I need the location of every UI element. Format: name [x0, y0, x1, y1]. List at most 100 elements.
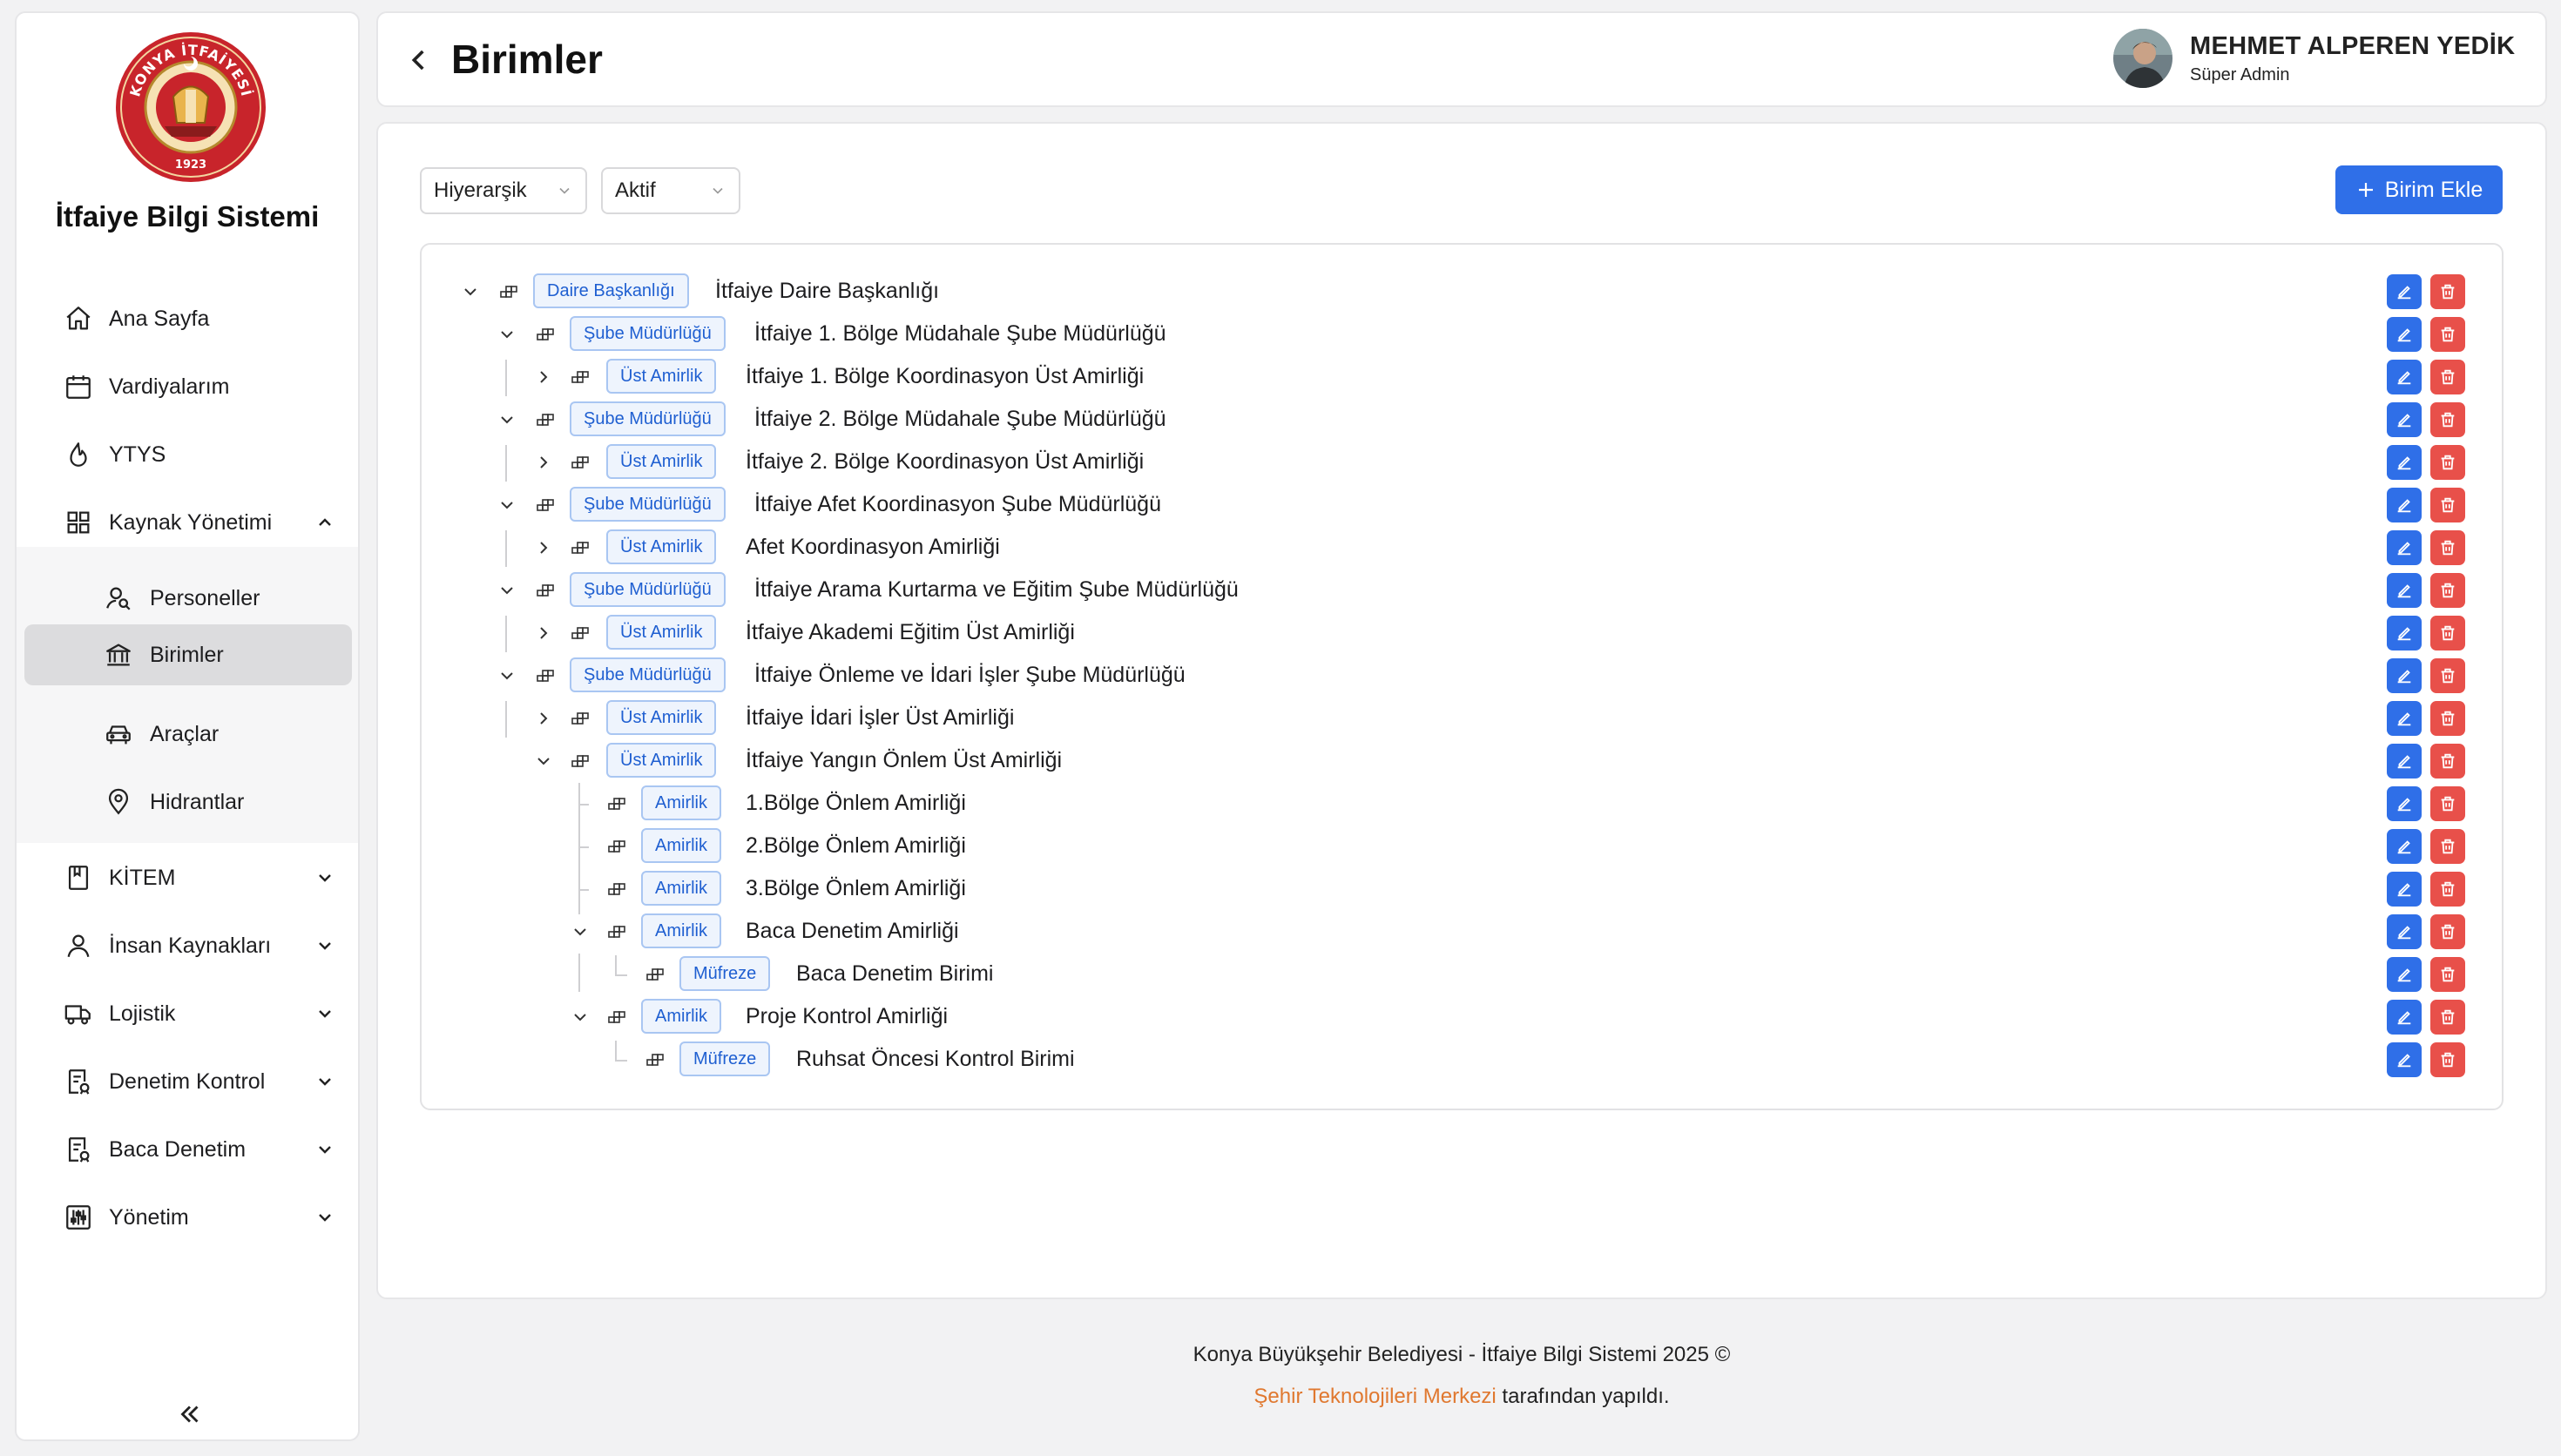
delete-button[interactable]	[2430, 530, 2465, 565]
unit-icon	[606, 1007, 627, 1028]
delete-button[interactable]	[2430, 1000, 2465, 1035]
sidebar-item-araclar[interactable]: Araçlar	[17, 704, 358, 765]
edit-button[interactable]	[2387, 360, 2422, 394]
sidebar-item-insan-kaynaklari[interactable]: İnsan Kaynakları	[17, 915, 358, 976]
tree-row[interactable]: Amirlik Baca Denetim Amirliği	[422, 911, 2502, 954]
sidebar-item-personeller[interactable]: Personeller	[17, 568, 358, 629]
tree-row[interactable]: Müfreze Ruhsat Öncesi Kontrol Birimi	[422, 1039, 2502, 1082]
chevron-down-icon[interactable]	[533, 751, 554, 772]
edit-button[interactable]	[2387, 1000, 2422, 1035]
sidebar-item-denetim-kontrol[interactable]: Denetim Kontrol	[17, 1051, 358, 1112]
pencil-icon	[2395, 1050, 2414, 1069]
chevron-down-icon[interactable]	[497, 324, 517, 345]
edit-button[interactable]	[2387, 616, 2422, 650]
edit-button[interactable]	[2387, 488, 2422, 522]
trash-icon	[2438, 325, 2457, 344]
delete-button[interactable]	[2430, 274, 2465, 309]
edit-button[interactable]	[2387, 872, 2422, 907]
delete-button[interactable]	[2430, 402, 2465, 437]
edit-button[interactable]	[2387, 317, 2422, 352]
back-arrow-icon[interactable]	[402, 43, 437, 78]
edit-button[interactable]	[2387, 402, 2422, 437]
calendar-icon	[62, 370, 95, 403]
delete-button[interactable]	[2430, 957, 2465, 992]
tree-row[interactable]: Amirlik Proje Kontrol Amirliği	[422, 996, 2502, 1039]
delete-button[interactable]	[2430, 658, 2465, 693]
tree-row[interactable]: Üst Amirlik Afet Koordinasyon Amirliği	[422, 527, 2502, 570]
chevron-right-icon[interactable]	[533, 623, 554, 644]
sidebar-item-hidrantlar[interactable]: Hidrantlar	[17, 772, 358, 832]
avatar[interactable]	[2113, 29, 2172, 88]
tree-row[interactable]: Amirlik 2.Bölge Önlem Amirliği	[422, 826, 2502, 868]
edit-button[interactable]	[2387, 701, 2422, 736]
delete-button[interactable]	[2430, 488, 2465, 522]
delete-button[interactable]	[2430, 829, 2465, 864]
chevron-right-icon[interactable]	[533, 452, 554, 473]
sidebar-item-ytys[interactable]: YTYS	[17, 424, 358, 485]
delete-button[interactable]	[2430, 360, 2465, 394]
edit-button[interactable]	[2387, 914, 2422, 949]
delete-button[interactable]	[2430, 744, 2465, 779]
delete-button[interactable]	[2430, 786, 2465, 821]
tree-row[interactable]: Şube Müdürlüğü İtfaiye 2. Bölge Müdahale …	[422, 399, 2502, 442]
svg-text:1923: 1923	[175, 158, 206, 172]
delete-button[interactable]	[2430, 317, 2465, 352]
status-select[interactable]: Aktif	[601, 167, 740, 214]
sidebar-item-kaynak-yonetimi[interactable]: Kaynak Yönetimi	[17, 492, 358, 553]
chevron-down-icon[interactable]	[497, 409, 517, 430]
chevron-down-icon[interactable]	[570, 921, 591, 942]
tree-row[interactable]: Amirlik 1.Bölge Önlem Amirliği	[422, 783, 2502, 826]
users-search-icon	[102, 582, 135, 615]
sidebar-item-ana-sayfa[interactable]: Ana Sayfa	[17, 288, 358, 349]
chevron-down-icon[interactable]	[497, 665, 517, 686]
footer-link[interactable]: Şehir Teknolojileri Merkezi	[1253, 1385, 1496, 1408]
edit-button[interactable]	[2387, 530, 2422, 565]
sidebar-item-yonetim[interactable]: Yönetim	[17, 1187, 358, 1248]
tree-row[interactable]: Üst Amirlik İtfaiye 1. Bölge Koordinasyon…	[422, 356, 2502, 399]
tree-row[interactable]: Şube Müdürlüğü İtfaiye Afet Koordinasyon …	[422, 484, 2502, 527]
delete-button[interactable]	[2430, 872, 2465, 907]
delete-button[interactable]	[2430, 616, 2465, 650]
tree-row[interactable]: Şube Müdürlüğü İtfaiye Önleme ve İdari İş…	[422, 655, 2502, 698]
edit-button[interactable]	[2387, 957, 2422, 992]
delete-button[interactable]	[2430, 914, 2465, 949]
pencil-icon	[2395, 410, 2414, 429]
tree-row[interactable]: Şube Müdürlüğü İtfaiye 1. Bölge Müdahale …	[422, 313, 2502, 356]
edit-button[interactable]	[2387, 274, 2422, 309]
tree-row[interactable]: Üst Amirlik İtfaiye Akademi Eğitim Üst Am…	[422, 612, 2502, 655]
chevron-right-icon[interactable]	[533, 708, 554, 729]
sidebar-item-baca-denetim[interactable]: Baca Denetim	[17, 1119, 358, 1180]
edit-button[interactable]	[2387, 573, 2422, 608]
edit-button[interactable]	[2387, 786, 2422, 821]
chevron-down-icon[interactable]	[460, 281, 481, 302]
delete-button[interactable]	[2430, 573, 2465, 608]
edit-button[interactable]	[2387, 829, 2422, 864]
sidebar-item-vardiyalarim[interactable]: Vardiyalarım	[17, 356, 358, 417]
tree-row[interactable]: Üst Amirlik İtfaiye Yangın Önlem Üst Amir…	[422, 740, 2502, 783]
unit-icon	[606, 793, 627, 814]
edit-button[interactable]	[2387, 445, 2422, 480]
tree-row[interactable]: Üst Amirlik İtfaiye 2. Bölge Koordinasyon…	[422, 442, 2502, 484]
edit-button[interactable]	[2387, 658, 2422, 693]
tree-row[interactable]: Müfreze Baca Denetim Birimi	[422, 954, 2502, 996]
view-mode-select[interactable]: Hiyerarşik	[420, 167, 587, 214]
tree-row[interactable]: Daire Başkanlığı İtfaiye Daire Başkanlığı	[422, 271, 2502, 313]
chevron-right-icon[interactable]	[533, 537, 554, 558]
add-unit-button[interactable]: Birim Ekle	[2335, 165, 2503, 214]
chevron-right-icon[interactable]	[533, 367, 554, 388]
tree-row[interactable]: Amirlik 3.Bölge Önlem Amirliği	[422, 868, 2502, 911]
collapse-sidebar-icon[interactable]	[175, 1399, 205, 1429]
tree-row[interactable]: Şube Müdürlüğü İtfaiye Arama Kurtarma ve …	[422, 570, 2502, 612]
chevron-down-icon[interactable]	[570, 1007, 591, 1028]
delete-button[interactable]	[2430, 445, 2465, 480]
sidebar-item-lojistik[interactable]: Lojistik	[17, 983, 358, 1044]
chevron-down-icon[interactable]	[497, 580, 517, 601]
delete-button[interactable]	[2430, 1042, 2465, 1077]
edit-button[interactable]	[2387, 1042, 2422, 1077]
chevron-down-icon[interactable]	[497, 495, 517, 516]
sidebar-item-kitem[interactable]: KİTEM	[17, 847, 358, 908]
edit-button[interactable]	[2387, 744, 2422, 779]
sidebar-item-birimler[interactable]: Birimler	[17, 624, 358, 685]
tree-row[interactable]: Üst Amirlik İtfaiye İdari İşler Üst Amirl…	[422, 698, 2502, 740]
delete-button[interactable]	[2430, 701, 2465, 736]
